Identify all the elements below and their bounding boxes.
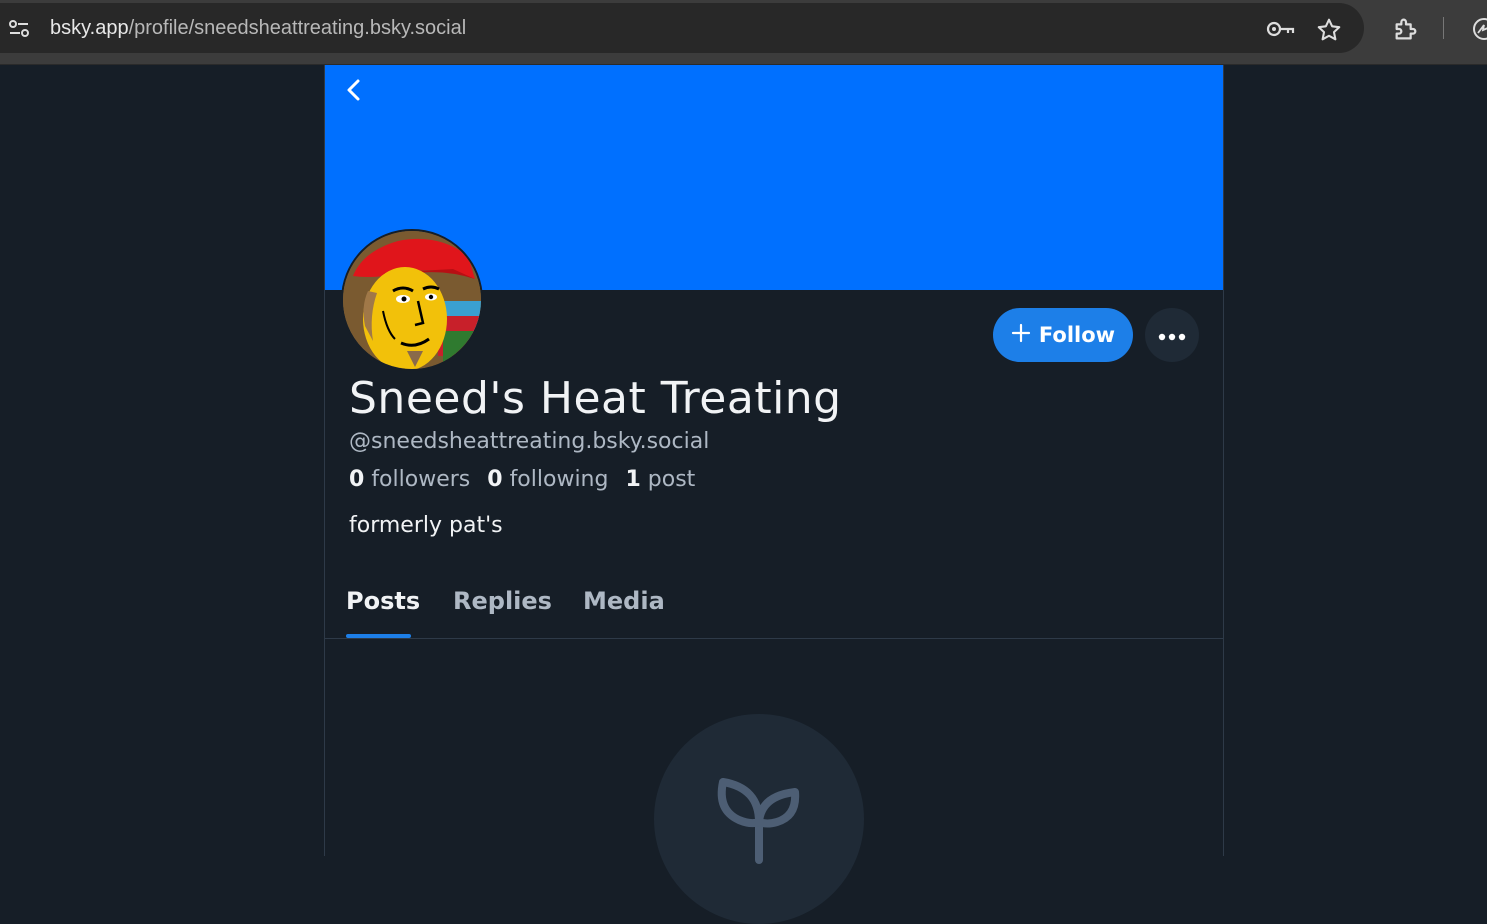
profile-tabs: Posts Replies Media [325,580,1223,639]
followers-link[interactable]: 0 followers [349,467,470,492]
chevron-left-icon [345,77,363,107]
profile-icon[interactable] [1470,16,1487,46]
browser-toolbar: bsky.app/profile/sneedsheattreating.bsky… [0,0,1487,65]
profile-bio: formerly pat's [349,513,503,538]
following-link[interactable]: 0 following [487,467,608,492]
tab-posts[interactable]: Posts [346,587,420,625]
followers-count: 0 [349,467,365,492]
avatar[interactable] [341,229,483,371]
followers-label: followers [371,467,471,492]
follow-button[interactable]: Follow [993,308,1133,362]
profile-display-name: Sneed's Heat Treating [349,373,842,424]
site-info-icon[interactable] [8,18,30,40]
address-bar[interactable]: bsky.app/profile/sneedsheattreating.bsky… [0,3,1364,53]
following-label: following [509,467,609,492]
posts-count: 1 [625,467,641,492]
tab-replies[interactable]: Replies [453,587,552,625]
bookmark-star-icon[interactable] [1316,17,1342,47]
posts-stat: 1 post [625,467,695,492]
ellipsis-icon [1158,326,1186,345]
follow-button-label: Follow [1038,323,1116,347]
plus-icon [1011,323,1031,348]
extensions-puzzle-icon[interactable] [1392,15,1420,47]
more-options-button[interactable] [1145,308,1199,362]
password-key-icon[interactable] [1266,18,1296,44]
toolbar-divider [1443,17,1444,39]
empty-feed-illustration [654,714,864,924]
tab-media[interactable]: Media [583,587,665,625]
posts-label: post [647,467,696,492]
profile-stats: 0 followers 0 following 1 post [349,467,705,492]
seedling-icon [711,770,807,870]
profile-handle[interactable]: @sneedsheattreating.bsky.social [349,429,709,454]
url-host: bsky.app [50,17,129,39]
url-path: /profile/sneedsheattreating.bsky.social [128,17,467,39]
active-tab-indicator [346,634,411,638]
url-text[interactable]: bsky.app/profile/sneedsheattreating.bsky… [50,17,466,40]
profile-column: Follow Sneed's Heat Treating @sneedsheat… [324,65,1224,924]
following-count: 0 [487,467,503,492]
back-button[interactable] [339,77,369,107]
